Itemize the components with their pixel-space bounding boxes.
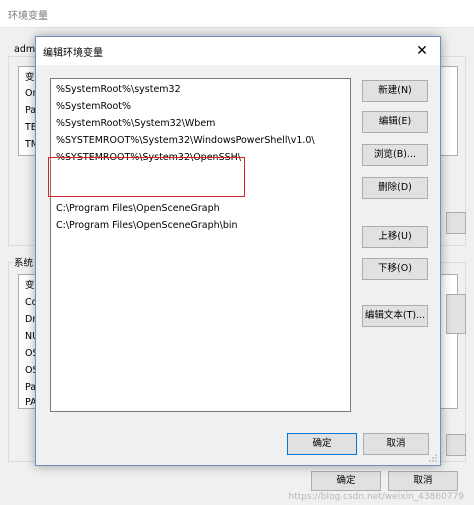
back-button-edge[interactable] — [446, 212, 466, 234]
list-header: 变 — [25, 72, 35, 83]
resize-grip-icon[interactable] — [428, 453, 438, 463]
back-window-title: 环境变量 — [8, 11, 48, 22]
cancel-button[interactable]: 取消 — [363, 433, 429, 455]
edit-text-button[interactable]: 编辑文本(T)... — [362, 305, 428, 327]
move-down-button[interactable]: 下移(O) — [362, 258, 428, 280]
back-window-titlebar: 环境变量 — [0, 0, 474, 28]
dialog-titlebar[interactable]: 编辑环境变量 ✕ — [36, 37, 440, 65]
ok-button[interactable]: 确定 — [287, 433, 357, 455]
browse-button[interactable]: 浏览(B)... — [362, 144, 428, 166]
back-ok-button[interactable]: 确定 — [311, 471, 381, 491]
highlight-annotation-box — [48, 157, 245, 197]
list-item[interactable]: %SystemRoot% — [53, 99, 348, 115]
edit-environment-variable-dialog: 编辑环境变量 ✕ %SystemRoot%\system32 %SystemRo… — [35, 36, 441, 466]
back-cancel-button[interactable]: 取消 — [388, 471, 458, 491]
dialog-title: 编辑环境变量 — [43, 48, 103, 59]
list-item[interactable]: C:\Program Files\OpenSceneGraph\bin — [53, 218, 348, 234]
delete-button[interactable]: 删除(D) — [362, 177, 428, 199]
path-entries-list[interactable]: %SystemRoot%\system32 %SystemRoot% %Syst… — [50, 78, 351, 412]
back-scrollbar-edge[interactable] — [446, 294, 466, 334]
list-item[interactable]: %SystemRoot%\system32 — [53, 82, 348, 98]
move-up-button[interactable]: 上移(U) — [362, 226, 428, 248]
list-header: 变 — [25, 280, 35, 291]
list-item[interactable]: C:\Program Files\OpenSceneGraph — [53, 201, 348, 217]
list-item[interactable]: %SystemRoot%\System32\Wbem — [53, 116, 348, 132]
list-item[interactable]: %SYSTEMROOT%\System32\WindowsPowerShell\… — [53, 133, 348, 149]
new-button[interactable]: 新建(N) — [362, 80, 428, 102]
edit-button[interactable]: 编辑(E) — [362, 111, 428, 133]
system-variables-label: 系统 — [14, 255, 36, 269]
user-variables-label: adm — [14, 44, 36, 55]
watermark: https://blog.csdn.net/weixin_43860779 — [288, 492, 464, 502]
close-icon[interactable]: ✕ — [404, 37, 440, 65]
back-button-edge[interactable] — [446, 434, 466, 456]
